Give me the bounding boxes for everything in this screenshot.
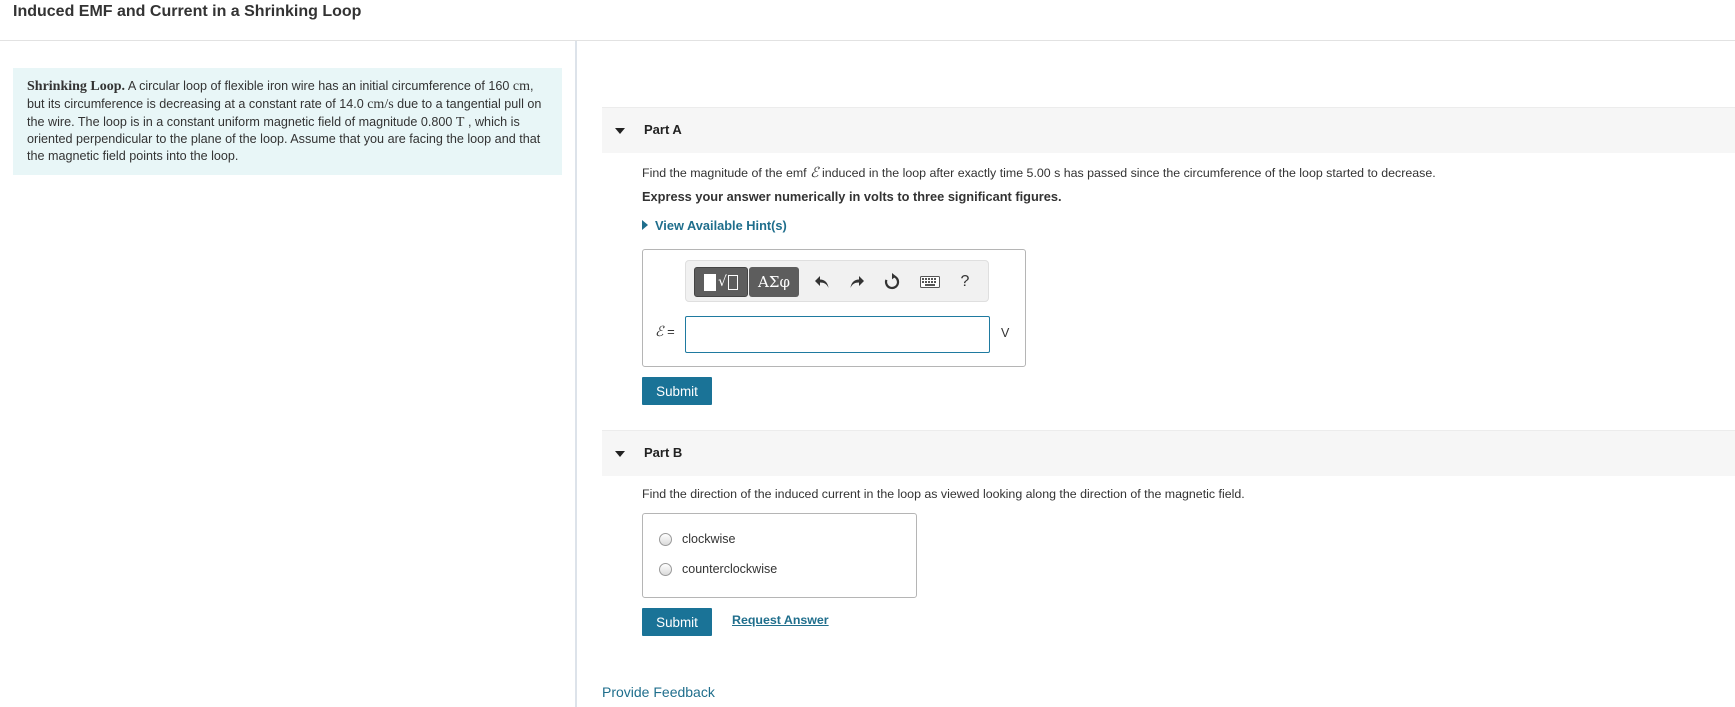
undo-icon[interactable] (811, 271, 833, 293)
part-a-question-post: induced in the loop after exactly time 5… (818, 166, 1436, 180)
view-hints-link[interactable]: View Available Hint(s) (642, 218, 787, 233)
choice-clockwise[interactable]: clockwise (659, 529, 736, 549)
collapse-arrow-icon[interactable] (615, 128, 625, 134)
collapse-arrow-icon[interactable] (615, 451, 625, 457)
greek-symbols-button[interactable]: ΑΣφ (749, 267, 799, 297)
problem-unit-2: cm/s (367, 96, 394, 112)
part-b-label: Part B (644, 445, 683, 460)
emf-input-equals: = (663, 324, 675, 339)
reset-icon[interactable] (881, 271, 903, 293)
emf-symbol: ℰ (810, 165, 819, 181)
request-answer-link[interactable]: Request Answer (732, 613, 829, 627)
templates-button[interactable]: √ (694, 267, 748, 297)
part-a-question: Find the magnitude of the emf ℰ induced … (642, 165, 1436, 181)
provide-feedback-link[interactable]: Provide Feedback (602, 684, 715, 700)
part-b-header[interactable]: Part B (602, 430, 1735, 476)
emf-input-label: ℰ = (655, 324, 675, 340)
template-box-icon (727, 274, 738, 290)
emf-answer-input[interactable] (685, 316, 990, 353)
part-b-submit-button[interactable]: Submit (642, 608, 712, 636)
choice-label: counterclockwise (682, 562, 778, 576)
view-hints-label: View Available Hint(s) (655, 218, 787, 233)
title-divider (0, 40, 1735, 41)
math-toolbar: √ ΑΣφ ? (685, 260, 989, 302)
column-divider (575, 41, 577, 707)
problem-lead: Shrinking Loop. (27, 79, 126, 94)
expand-arrow-icon (642, 220, 648, 230)
template-square-icon (704, 273, 717, 291)
problem-statement: Shrinking Loop. A circular loop of flexi… (13, 68, 562, 175)
direction-choices: clockwise counterclockwise (642, 513, 917, 598)
part-a-instruction: Express your answer numerically in volts… (642, 189, 1062, 204)
part-b-question: Find the direction of the induced curren… (642, 487, 1245, 501)
radio-button[interactable] (659, 562, 672, 576)
choice-label: clockwise (682, 532, 736, 546)
radio-button[interactable] (659, 532, 672, 546)
page-title: Induced EMF and Current in a Shrinking L… (13, 3, 362, 20)
part-a-question-pre: Find the magnitude of the emf (642, 166, 811, 180)
radical-icon: √ (718, 274, 727, 290)
part-a-header[interactable]: Part A (602, 107, 1735, 153)
help-button[interactable]: ? (954, 271, 976, 293)
emf-unit-label: V (1001, 326, 1010, 340)
choice-counterclockwise[interactable]: counterclockwise (659, 559, 777, 579)
keyboard-icon[interactable] (919, 271, 941, 293)
answer-box: √ ΑΣφ ? ℰ = V (642, 249, 1026, 367)
part-a-submit-button[interactable]: Submit (642, 377, 712, 405)
problem-unit-1: cm (512, 79, 530, 94)
problem-text-1: A circular loop of flexible iron wire ha… (125, 79, 513, 93)
redo-icon[interactable] (846, 271, 868, 293)
part-a-label: Part A (644, 122, 682, 137)
